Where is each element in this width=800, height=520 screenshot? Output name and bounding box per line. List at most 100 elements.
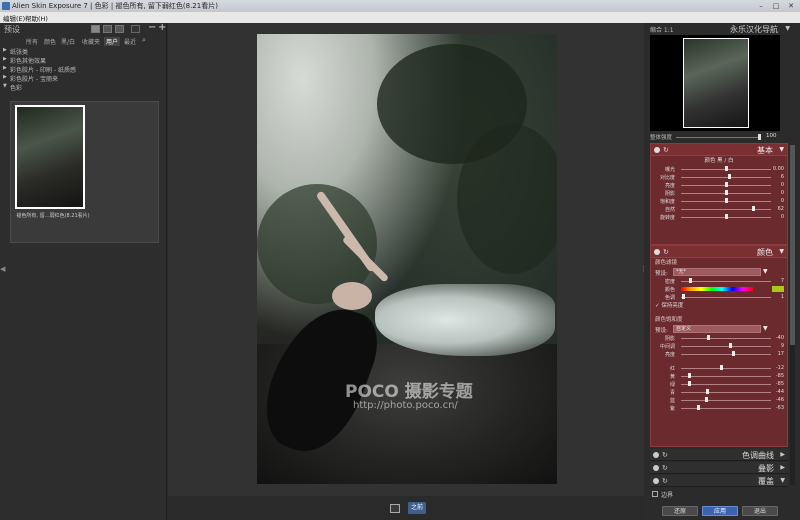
filter-preset-select[interactable]: *无* xyxy=(673,268,761,276)
tree-item[interactable]: ▶ 纸张类 xyxy=(0,47,167,56)
color-header[interactable]: ↻ 颜色 ▼ xyxy=(651,246,787,258)
density-knob[interactable] xyxy=(689,278,692,283)
hue-slider-value[interactable]: -46 xyxy=(776,397,784,403)
reset-icon[interactable]: ↻ xyxy=(663,146,669,154)
strength-knob[interactable] xyxy=(758,134,761,140)
tab-recent[interactable]: 最近 xyxy=(124,37,136,46)
density-track[interactable] xyxy=(681,281,771,282)
tree-item[interactable]: ▼ 色彩 xyxy=(0,83,167,92)
compare-view-icon[interactable] xyxy=(390,504,400,513)
minus-icon[interactable]: − xyxy=(148,22,156,33)
color-swatch[interactable] xyxy=(772,286,784,292)
grid-large-view-icon[interactable] xyxy=(91,25,100,33)
overlay-section[interactable]: ↻ 覆盖 ▼ xyxy=(650,475,788,487)
chevron-right-icon[interactable]: ▶ xyxy=(780,464,785,471)
hue-slider-track[interactable] xyxy=(681,376,771,377)
menu-edit[interactable]: 编辑(E) xyxy=(3,13,25,23)
hue-spectrum[interactable] xyxy=(681,287,753,291)
navigator-zoom[interactable]: 缩合 1:1 xyxy=(650,25,674,34)
basic-slider-knob[interactable] xyxy=(725,214,728,219)
preset-thumbnail[interactable] xyxy=(15,105,85,209)
border-checkbox[interactable] xyxy=(652,491,658,497)
hue-slider-track[interactable] xyxy=(681,408,771,409)
saturation-preset-select[interactable]: 自定义 xyxy=(673,325,761,333)
toggle-icon[interactable] xyxy=(653,465,659,471)
list-view-icon[interactable] xyxy=(115,25,124,33)
toggle-icon[interactable] xyxy=(654,147,660,153)
hue-slider-value[interactable]: -63 xyxy=(776,405,784,411)
hue-slider-knob[interactable] xyxy=(719,365,723,370)
tone-slider-knob[interactable] xyxy=(729,343,733,348)
tree-item[interactable]: ▶ 彩色其他效果 xyxy=(0,56,167,65)
hue-slider-value[interactable]: -85 xyxy=(776,373,784,379)
basic-slider-value[interactable]: 0.00 xyxy=(773,166,784,172)
tone-slider-value[interactable]: 17 xyxy=(778,351,784,357)
basic-slider-knob[interactable] xyxy=(725,198,728,203)
overlay-shadow-section[interactable]: ↻ 叠影 ▶ xyxy=(650,462,788,474)
basic-slider-value[interactable]: 0 xyxy=(781,190,784,196)
grid-small-view-icon[interactable] xyxy=(103,25,112,33)
hue-slider-knob[interactable] xyxy=(688,381,692,386)
apply-button[interactable]: 应用 xyxy=(702,506,738,516)
search-icon[interactable]: ⌕ xyxy=(142,36,146,45)
chevron-down-icon[interactable]: ▼ xyxy=(780,477,785,484)
toggle-icon[interactable] xyxy=(653,478,659,484)
chevron-down-icon[interactable]: ▼ xyxy=(785,25,790,32)
tab-user[interactable]: 用户 xyxy=(104,37,121,46)
hue-slider-knob[interactable] xyxy=(704,397,708,402)
basic-slider-track[interactable] xyxy=(681,177,771,178)
basic-slider-value[interactable]: 0 xyxy=(781,198,784,204)
toggle-icon[interactable] xyxy=(653,452,659,458)
hue-track[interactable] xyxy=(681,297,771,298)
tab-favorites[interactable]: 收藏夹 xyxy=(82,37,100,46)
reset-icon[interactable]: ↻ xyxy=(662,477,668,485)
hue-slider-knob[interactable] xyxy=(696,405,700,410)
basic-slider-value[interactable]: 6 xyxy=(781,174,784,180)
panel-scrollbar[interactable] xyxy=(790,145,795,485)
tone-slider-track[interactable] xyxy=(681,338,771,339)
strength-value[interactable]: 100 xyxy=(766,133,777,139)
hue-slider-track[interactable] xyxy=(681,392,771,393)
strength-track[interactable] xyxy=(676,137,760,138)
before-button[interactable]: 之前 xyxy=(408,502,426,514)
hue-slider-track[interactable] xyxy=(681,400,771,401)
basic-slider-knob[interactable] xyxy=(725,182,728,187)
basic-slider-track[interactable] xyxy=(681,209,771,210)
hue-slider-track[interactable] xyxy=(681,384,771,385)
basic-slider-value[interactable]: 62 xyxy=(778,206,784,212)
settings-icon[interactable] xyxy=(131,25,140,33)
basic-slider-knob[interactable] xyxy=(727,174,731,179)
chevron-down-icon[interactable]: ▼ xyxy=(779,248,784,255)
tab-all[interactable]: 所有 xyxy=(26,37,38,46)
chevron-down-icon[interactable]: ▼ xyxy=(763,268,768,275)
basic-slider-knob[interactable] xyxy=(725,166,728,171)
tone-slider-knob[interactable] xyxy=(732,351,736,356)
plus-icon[interactable]: + xyxy=(158,22,166,33)
basic-tabs[interactable]: 颜色 黑 / 白 xyxy=(651,156,787,165)
reset-icon[interactable]: ↻ xyxy=(663,248,669,256)
minimize-button[interactable]: – xyxy=(754,1,768,11)
navigator-thumbnail[interactable] xyxy=(683,38,749,128)
tree-item[interactable]: ▶ 彩色胶片 - 印刷 - 纸质感 xyxy=(0,65,167,74)
menu-help[interactable]: 帮助(H) xyxy=(25,13,48,23)
basic-header[interactable]: ↻ 基本 ▼ xyxy=(651,144,787,156)
basic-slider-value[interactable]: 0 xyxy=(781,214,784,220)
toggle-icon[interactable] xyxy=(654,249,660,255)
exit-button[interactable]: 退出 xyxy=(742,506,778,516)
chevron-down-icon[interactable]: ▼ xyxy=(763,325,768,332)
tree-item[interactable]: ▶ 彩色胶片 - 宝丽来 xyxy=(0,74,167,83)
close-button[interactable]: ✕ xyxy=(784,1,798,11)
hue-value[interactable]: 1 xyxy=(781,294,784,300)
reset-button[interactable]: 还原 xyxy=(662,506,698,516)
scrollbar-thumb[interactable] xyxy=(790,145,795,345)
hue-slider-value[interactable]: -85 xyxy=(776,381,784,387)
reset-icon[interactable]: ↻ xyxy=(662,464,668,472)
hue-slider-value[interactable]: -44 xyxy=(776,389,784,395)
maximize-button[interactable]: □ xyxy=(769,1,783,11)
hue-slider-value[interactable]: -12 xyxy=(776,365,784,371)
tab-bw[interactable]: 黑/白 xyxy=(61,37,75,46)
navigator[interactable] xyxy=(650,35,780,131)
tone-slider-track[interactable] xyxy=(681,354,771,355)
preserve-luminance-checkbox[interactable]: ✓ 保持亮度 xyxy=(651,301,787,309)
hue-slider-knob[interactable] xyxy=(688,373,692,378)
